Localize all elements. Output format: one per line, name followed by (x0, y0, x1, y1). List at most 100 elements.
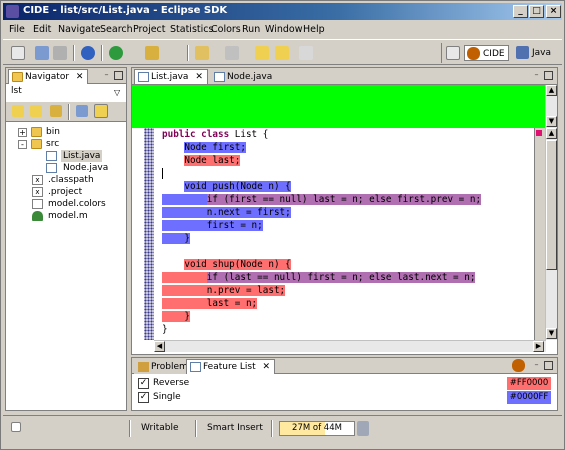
collapse-all-icon[interactable] (76, 105, 88, 117)
garbage-collect-icon[interactable] (357, 421, 369, 436)
menu-navigate[interactable]: Navigate (58, 24, 101, 35)
minimize-button[interactable]: _ (513, 5, 528, 18)
menu-search[interactable]: Search (100, 24, 133, 35)
tree-item-label: model.colors (48, 199, 106, 209)
maximize-button[interactable]: □ (529, 5, 544, 18)
code-token (184, 194, 207, 205)
overview-marker[interactable] (536, 130, 542, 136)
feature-color-chip[interactable]: #0000FF (507, 391, 551, 404)
top-pane-scrollbar[interactable]: ▲ ▼ (545, 85, 557, 128)
menu-statistics[interactable]: Statistics (170, 24, 213, 35)
menu-file[interactable]: File (9, 24, 25, 35)
code-token: first = n; (162, 220, 263, 231)
code-line[interactable]: void shup(Node n) { (162, 258, 291, 271)
code-editor[interactable]: public class List { Node first; Node las… (160, 128, 534, 340)
back-icon[interactable] (12, 105, 24, 117)
view-menu-icon[interactable]: ▽ (114, 88, 120, 97)
code-line[interactable]: } (162, 323, 168, 336)
new-icon[interactable] (11, 46, 25, 60)
code-line[interactable]: if (last == null) first = n; else last.n… (162, 271, 476, 284)
forward-icon[interactable] (275, 46, 289, 60)
eclipse-app-icon (6, 5, 19, 18)
tree-item-label: src (46, 139, 60, 149)
forward-disabled-icon (299, 46, 313, 60)
tab-navigator[interactable]: Navigator ✕ (8, 69, 89, 84)
code-token: } (162, 233, 190, 244)
scroll-thumb[interactable] (546, 140, 557, 270)
maximize-view-icon[interactable] (544, 71, 553, 80)
debug-icon[interactable] (81, 46, 95, 60)
close-icon[interactable]: ✕ (262, 362, 270, 372)
close-icon[interactable]: ✕ (76, 72, 84, 82)
editor-horizontal-scrollbar[interactable]: ◀ ▶ (154, 340, 546, 352)
code-token: List { (229, 129, 269, 140)
editor-left-ruler (144, 128, 154, 340)
code-line[interactable]: if (first == null) last = n; else first.… (162, 193, 482, 206)
forward-icon[interactable] (30, 105, 42, 117)
feature-checkbox[interactable]: ✓ (138, 392, 149, 403)
run-icon[interactable] (109, 46, 123, 60)
maximize-view-icon[interactable] (114, 71, 123, 80)
scroll-up-button[interactable]: ▲ (546, 128, 557, 139)
scroll-down-button[interactable]: ▼ (546, 116, 557, 127)
menu-help[interactable]: Help (303, 24, 325, 35)
main-toolbar: CIDE Java (3, 39, 562, 65)
search-icon[interactable] (145, 46, 159, 60)
tab-navigator-label: Navigator (25, 72, 70, 82)
code-line[interactable]: Node last; (162, 154, 241, 167)
expand-icon[interactable]: + (18, 128, 27, 137)
cide-icon[interactable] (512, 359, 525, 372)
perspective-java-button[interactable]: Java (514, 45, 551, 61)
code-line[interactable]: n.next = first; (162, 206, 291, 219)
link-with-editor-icon[interactable] (94, 104, 108, 118)
tree-item-label: .classpath (48, 175, 94, 185)
next-annotation-icon[interactable] (225, 46, 239, 60)
feature-row-single[interactable]: ✓ Single #0000FF (136, 391, 551, 404)
tab-list-java[interactable]: List.java ✕ (134, 69, 208, 84)
model-icon (32, 211, 43, 221)
close-icon[interactable]: ✕ (195, 72, 203, 82)
heap-status[interactable]: 27M of 44M (279, 421, 355, 436)
collapse-icon[interactable]: - (18, 140, 27, 149)
feature-color-chip[interactable]: #FF0000 (507, 377, 551, 390)
maximize-view-icon[interactable] (544, 361, 553, 370)
tab-feature-list[interactable]: Feature List ✕ (186, 359, 276, 374)
open-perspective-icon[interactable] (446, 46, 460, 60)
code-line[interactable]: void push(Node n) { (162, 180, 291, 193)
minimize-view-icon[interactable]: – (532, 71, 541, 80)
code-line[interactable]: n.prev = last; (162, 284, 286, 297)
scroll-down-button[interactable]: ▼ (546, 328, 557, 339)
code-line[interactable]: last = n; (162, 297, 258, 310)
menu-window[interactable]: Window (265, 24, 302, 35)
close-button[interactable]: × (546, 5, 561, 18)
tab-node-java[interactable]: Node.java (210, 69, 278, 84)
code-line[interactable]: first = n; (162, 219, 263, 232)
code-token: public class (162, 129, 230, 140)
print-icon[interactable] (53, 46, 67, 60)
minimize-view-icon[interactable]: – (532, 361, 541, 370)
java-file-icon (138, 72, 149, 82)
toolbar-separator (68, 104, 70, 120)
menu-run[interactable]: Run (242, 24, 260, 35)
menu-project[interactable]: Project (133, 24, 166, 35)
save-icon[interactable] (35, 46, 49, 60)
scroll-left-button[interactable]: ◀ (154, 341, 165, 352)
code-line[interactable]: public class List { (162, 128, 268, 141)
prev-edit-icon[interactable] (195, 46, 209, 60)
perspective-cide-button[interactable]: CIDE (464, 45, 509, 61)
code-line[interactable]: Node first; (162, 141, 246, 154)
minimize-view-icon[interactable]: – (102, 71, 111, 80)
up-folder-icon[interactable] (50, 105, 62, 117)
fast-view-icon[interactable] (11, 422, 21, 432)
scroll-right-button[interactable]: ▶ (533, 341, 544, 352)
scroll-up-button[interactable]: ▲ (546, 85, 557, 96)
feature-row-reverse[interactable]: ✓ Reverse #FF0000 (136, 377, 551, 390)
editor-vertical-scrollbar[interactable]: ▲ ▼ (545, 128, 557, 340)
code-line[interactable]: } (162, 310, 190, 323)
menu-colors[interactable]: Colors (211, 24, 241, 35)
code-line[interactable]: } (162, 232, 190, 245)
menu-edit[interactable]: Edit (33, 24, 51, 35)
back-icon[interactable] (255, 46, 269, 60)
feature-checkbox[interactable]: ✓ (138, 378, 149, 389)
